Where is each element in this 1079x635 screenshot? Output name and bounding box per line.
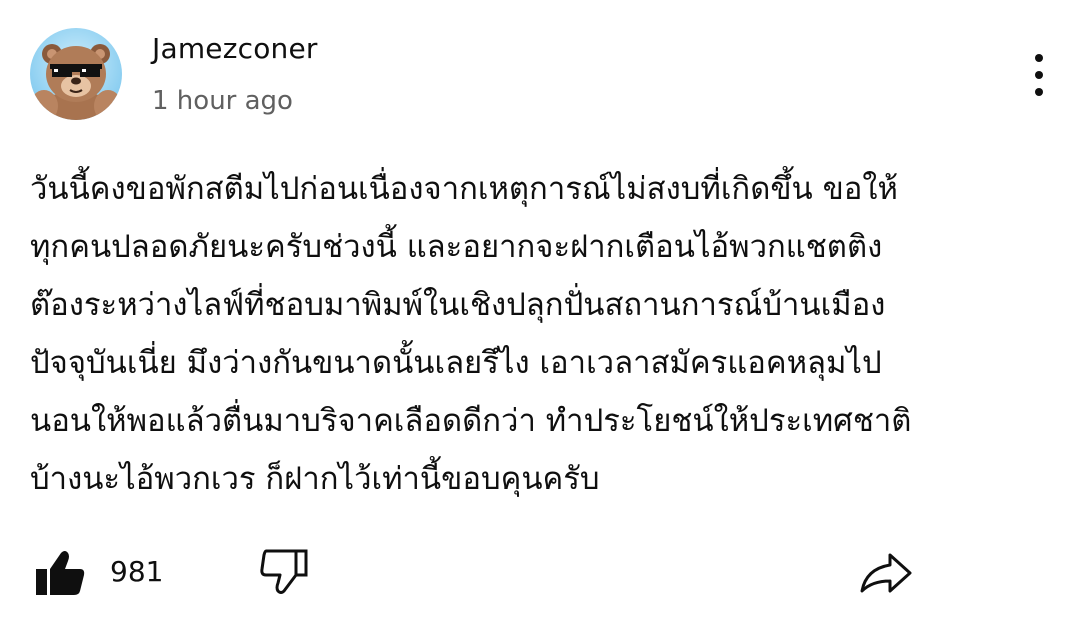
like-button[interactable] [34,549,86,597]
dislike-button[interactable] [258,547,310,597]
more-options-icon[interactable] [1019,50,1059,100]
share-arrow-icon [860,553,912,593]
bear-sunglasses-avatar-image [30,28,122,120]
more-dot [1035,54,1043,62]
comment-timestamp[interactable]: 1 hour ago [152,86,293,116]
comment-line: นอนให้พอแล้วตื่นมาบริจาคเลือดดีกว่า ทำปร… [30,403,912,439]
more-dot [1035,88,1043,96]
comment-line: ปัจจุบันเนี่ย มึงว่างกันขนาดนั้นเลยรึไง … [30,345,882,381]
comment-line: วันนี้คงขอพักสตีมไปก่อนเนื่องจากเหตุการณ… [30,171,898,207]
like-count: 981 [110,555,164,588]
thumbs-up-icon [36,551,85,595]
thumbs-down-icon [260,549,308,594]
comment-line: ต๊องระหว่างไลฟ์ที่ชอบมาพิมพ์ในเชิงปลุกปั… [30,287,886,323]
comment-card: Jamezconer 1 hour ago วันนี้คงขอพักสตีมไ… [0,0,1079,635]
comment-line: บ้างนะไอ้พวกเวร ก็ฝากไว้เท่านี้ขอบคุนครั… [30,461,600,497]
share-button[interactable] [858,551,914,595]
comment-line: ทุกคนปลอดภัยนะครับช่วงนี้ และอยากจะฝากเต… [30,229,883,265]
avatar[interactable] [30,28,122,120]
comment-author[interactable]: Jamezconer [152,32,318,65]
comment-actions: 981 [30,545,1050,601]
more-dot [1035,71,1043,79]
comment-body: วันนี้คงขอพักสตีมไปก่อนเนื่องจากเหตุการณ… [30,160,1050,508]
